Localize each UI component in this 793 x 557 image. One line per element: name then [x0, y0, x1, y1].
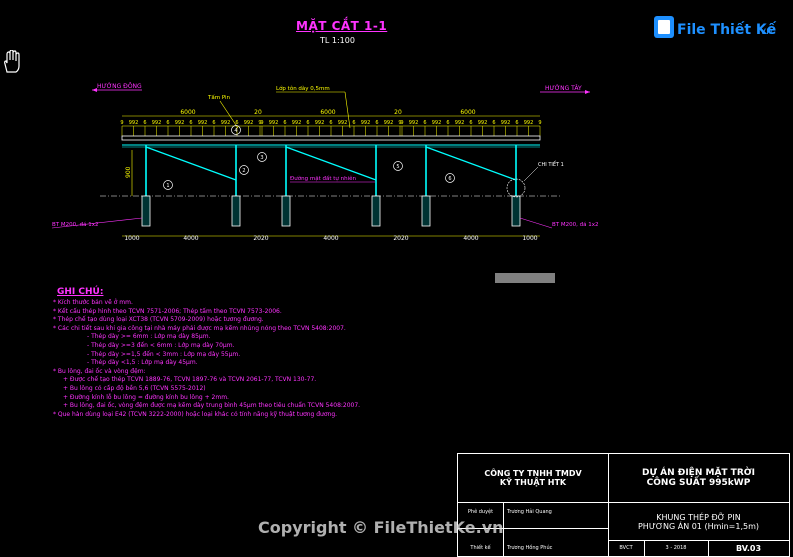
sub-dim: 992: [244, 120, 254, 126]
drawing-date: 3 - 2018: [665, 545, 687, 551]
note-line: * Thép chế tạo dùng loại XCT38 (TCVN 570…: [53, 316, 264, 324]
note-line: - Thép dày <1,5 : Lớp mạ dày 45µm.: [87, 359, 198, 367]
sub-dim: 6: [352, 120, 355, 126]
concrete-right-label: BT M200, đá 1x2: [552, 221, 598, 228]
note-line: + Bu lông, đai ốc, vòng đệm được mạ kẽm …: [63, 402, 361, 410]
marker-label: 3: [260, 155, 263, 161]
sub-dim: 6: [515, 120, 518, 126]
bottom-dim: 4000: [183, 235, 198, 242]
design-name: Trương Hồng Phúc: [507, 545, 553, 551]
note-line: * Que hàn dùng loại E42 (TCVN 3222-2000)…: [53, 410, 338, 418]
sub-dim: 992: [221, 120, 231, 126]
sheet-number: BV.03: [735, 543, 762, 553]
sub-dim: 992: [455, 120, 465, 126]
design-label: Thiết kế: [470, 545, 491, 551]
notes-list: * Kích thước bản vẽ ở mm. * Kết cấu thép …: [53, 299, 360, 419]
sub-dim: 992: [384, 120, 394, 126]
notes-title: GHI CHÚ:: [57, 287, 104, 297]
top-dim: 20: [394, 109, 402, 116]
drawing-name: KHUNG THÉP ĐỠ PIN PHƯƠNG ÁN 01 (Hmin=1,5…: [637, 513, 760, 531]
copyright-watermark: Copyright © FileThietKe.vn: [258, 518, 504, 537]
detail-label: CHI TIẾT 1: [538, 160, 564, 168]
east-label: HƯỚNG ĐÔNG: [97, 83, 142, 90]
note-line: + Bu lông có cấp độ bền 5,6 (TCVN 5575-2…: [63, 384, 206, 392]
sub-dim: 6: [189, 120, 192, 126]
sub-dim: 6: [423, 120, 426, 126]
note-line: + Được chế tạo thép TCVN 1889-76, TCVN 1…: [63, 376, 317, 384]
note-line: - Thép dày >= 6mm : Lớp mạ dày 85µm.: [87, 333, 211, 341]
bottom-dim: 2020: [253, 235, 268, 242]
sub-dim: 992: [152, 120, 162, 126]
sub-dim: 6: [235, 120, 238, 126]
sub-dim: 992: [409, 120, 419, 126]
note-line: - Thép dày >=3 đến < 6mm : Lớp mạ dày 70…: [87, 341, 235, 349]
note-line: + Đường kính lỗ bu lông = đường kính bu …: [63, 393, 229, 401]
note-line: * Kết cấu thép hình theo TCVN 7571-2006;…: [53, 307, 282, 315]
company-name: CÔNG TY TNHH TMDV KỸ THUẬT HTK: [484, 469, 582, 487]
marker-label: 1: [166, 183, 169, 189]
sub-dim: 992: [198, 120, 208, 126]
sub-dim: 9: [538, 120, 541, 126]
title-block: CÔNG TY TNHH TMDV KỸ THUẬT HTK DỰ ÁN ĐIỆ…: [457, 453, 790, 557]
sub-dim: 6: [166, 120, 169, 126]
panel-label: Tấm Pin: [207, 94, 231, 101]
marker-label: 5: [396, 164, 399, 170]
bottom-dim: 4000: [323, 235, 338, 242]
sub-dim: 6: [329, 120, 332, 126]
sub-dim: 992: [129, 120, 139, 126]
sub-dim: 992: [292, 120, 302, 126]
sub-dim: 6: [283, 120, 286, 126]
top-dim: 6000: [180, 109, 195, 116]
approve-name: Trương Hải Quang: [507, 509, 552, 515]
sub-dim: 9: [260, 120, 263, 126]
coating-label: Lớp tôn dày 0,5mm: [276, 85, 330, 92]
top-dim: 6000: [320, 109, 335, 116]
marker-label: 6: [448, 176, 451, 182]
sub-dim: 992: [501, 120, 511, 126]
sub-dim: 9: [400, 120, 403, 126]
sub-dim: 6: [306, 120, 309, 126]
sub-dim: 6: [212, 120, 215, 126]
sub-dim: 992: [338, 120, 348, 126]
top-dim: 6000: [460, 109, 475, 116]
marker-label: 2: [242, 168, 245, 174]
sub-dim: 992: [524, 120, 534, 126]
sub-dim: 6: [375, 120, 378, 126]
scrollbar-thumb[interactable]: [495, 273, 555, 283]
sub-dim: 992: [478, 120, 488, 126]
note-line: * Kích thước bản vẽ ở mm.: [53, 299, 133, 306]
code-label: BVCT: [619, 545, 633, 551]
marker-label: 4: [234, 128, 237, 134]
sub-dim: 9: [120, 120, 123, 126]
project-name: DỰ ÁN ĐIỆN MẶT TRỜI CÔNG SUẤT 995kWP: [642, 468, 755, 488]
height-dim: 900: [125, 166, 132, 178]
sub-dim: 992: [432, 120, 442, 126]
note-line: - Thép dày >=1,5 đến < 3mm : Lớp mạ dày …: [87, 350, 241, 358]
top-dim: 20: [254, 109, 262, 116]
bottom-dim: 1000: [522, 235, 537, 242]
note-line: * Các chi tiết sau khi gia công tại nhà …: [53, 324, 346, 332]
sub-dim: 992: [315, 120, 325, 126]
sub-dim: 6: [143, 120, 146, 126]
sub-dim: 6: [492, 120, 495, 126]
ground-label: Đường mặt đất tự nhiên: [290, 175, 357, 182]
note-line: * Bu lông, đai ốc và vòng đệm:: [53, 367, 146, 375]
section-drawing: HƯỚNG ĐÔNG HƯỚNG TÂY Tấm Pin Lớp tôn dày…: [51, 83, 598, 242]
sub-dim: 992: [269, 120, 279, 126]
bottom-dim: 2020: [393, 235, 408, 242]
west-label: HƯỚNG TÂY: [545, 85, 582, 92]
sub-dim: 6: [446, 120, 449, 126]
sub-dim: 992: [175, 120, 185, 126]
bottom-dim: 1000: [124, 235, 139, 242]
sub-dim: 992: [361, 120, 371, 126]
bottom-dim: 4000: [463, 235, 478, 242]
sub-dim: 6: [469, 120, 472, 126]
